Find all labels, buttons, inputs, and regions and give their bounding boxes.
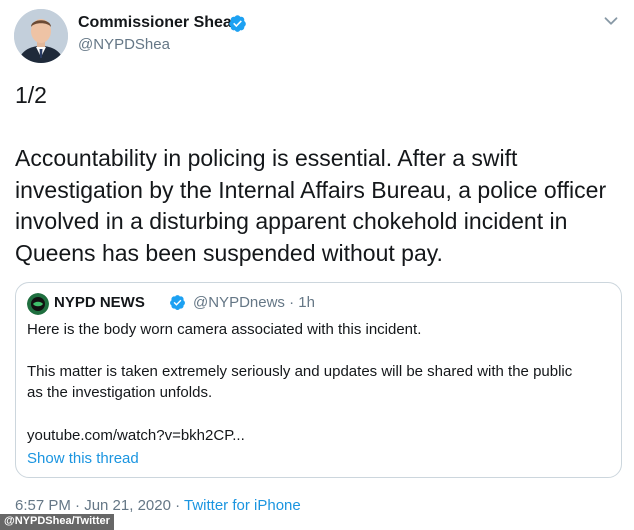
verified-badge-icon bbox=[170, 295, 185, 310]
quoted-link-text: youtube.com/watch?v=bkh2CP... bbox=[27, 427, 245, 444]
quoted-text-line: Here is the body worn camera associated … bbox=[27, 321, 422, 338]
tweet-source-link[interactable]: Twitter for iPhone bbox=[184, 497, 301, 514]
quoted-avatar bbox=[27, 293, 49, 315]
author-handle[interactable]: @NYPDShea bbox=[78, 36, 170, 53]
quoted-tweet[interactable]: NYPD NEWS @NYPDnews · 1h Here is the bod… bbox=[15, 282, 622, 478]
author-avatar[interactable] bbox=[14, 9, 68, 63]
author-name[interactable]: Commissioner Shea bbox=[78, 14, 232, 32]
tweet-meta: 6:57 PM · Jun 21, 2020 · Twitter for iPh… bbox=[15, 497, 301, 514]
quoted-text-line: This matter is taken extremely seriously… bbox=[27, 363, 573, 380]
quoted-text-line: as the investigation unfolds. bbox=[27, 384, 213, 401]
image-credit: @NYPDShea/Twitter bbox=[0, 514, 114, 530]
tweet-timestamp[interactable]: 6:57 PM · Jun 21, 2020 · bbox=[15, 497, 184, 514]
chevron-down-icon[interactable] bbox=[600, 10, 622, 32]
show-thread-link[interactable]: Show this thread bbox=[27, 450, 139, 467]
verified-badge-icon bbox=[229, 15, 246, 32]
thread-marker: 1/2 bbox=[15, 82, 47, 108]
quoted-name: NYPD NEWS bbox=[54, 294, 145, 311]
tweet-text: Accountability in policing is essential.… bbox=[15, 145, 607, 266]
quoted-handle: @NYPDnews · 1h bbox=[193, 294, 315, 311]
